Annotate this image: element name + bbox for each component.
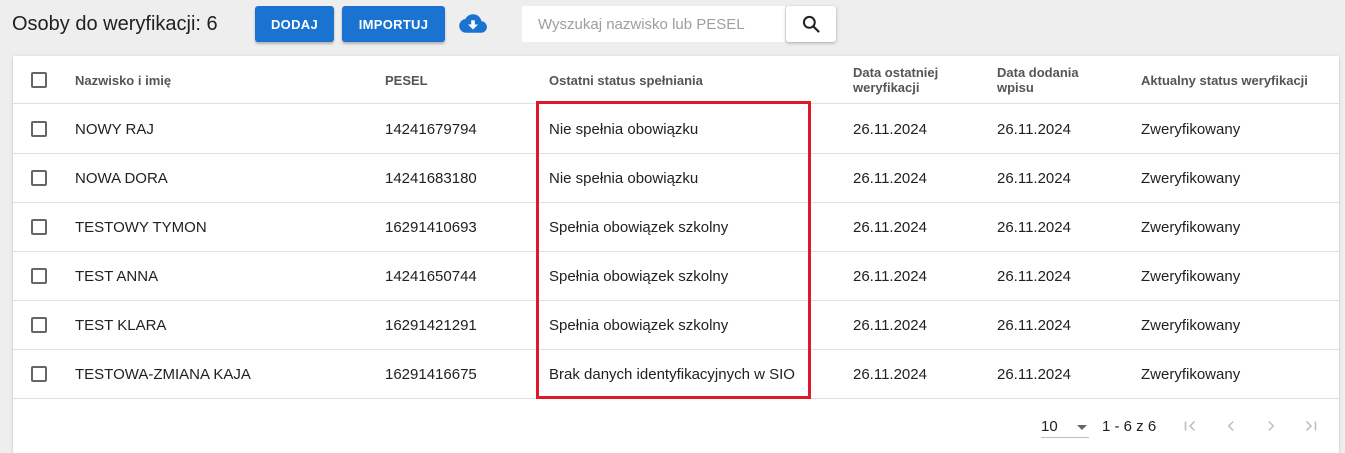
cell-added-date: 26.11.2024 <box>997 366 1071 383</box>
toolbar: Osoby do weryfikacji: 6 DODAJ IMPORTUJ <box>0 0 1345 48</box>
cell-verification-status: Zweryfikowany <box>1141 268 1241 285</box>
chevron-right-icon <box>1268 420 1275 432</box>
next-page-button[interactable] <box>1259 414 1283 438</box>
page-size-value: 10 <box>1041 418 1058 435</box>
cell-verification-status: Zweryfikowany <box>1141 366 1241 383</box>
cell-verification-status: Zweryfikowany <box>1141 121 1241 138</box>
cell-pesel: 16291421291 <box>385 317 477 334</box>
last-page-button[interactable] <box>1299 414 1323 438</box>
table-row[interactable]: TEST KLARA 16291421291 Spełnia obowiązek… <box>13 301 1339 350</box>
cell-status: Spełnia obowiązek szkolny <box>549 317 729 334</box>
cell-status: Nie spełnia obowiązku <box>549 170 699 187</box>
cell-last-verification-date: 26.11.2024 <box>853 170 927 187</box>
search-input[interactable] <box>522 6 785 42</box>
table-row[interactable]: NOWA DORA 14241683180 Nie spełnia obowią… <box>13 154 1339 203</box>
cell-pesel: 16291416675 <box>385 366 477 383</box>
table-row[interactable]: TESTOWA-ZMIANA KAJA 16291416675 Brak dan… <box>13 350 1339 399</box>
header-added-date[interactable]: Data dodania wpisu <box>997 65 1079 95</box>
cell-last-verification-date: 26.11.2024 <box>853 219 927 236</box>
cell-last-verification-date: 26.11.2024 <box>853 366 927 383</box>
add-button[interactable]: DODAJ <box>255 6 334 42</box>
header-name[interactable]: Nazwisko i imię <box>75 73 171 88</box>
cell-name: TEST KLARA <box>75 317 167 334</box>
cell-pesel: 14241650744 <box>385 268 477 285</box>
row-checkbox[interactable] <box>31 121 47 137</box>
select-all-checkbox[interactable] <box>31 72 47 88</box>
cell-name: TESTOWA-ZMIANA KAJA <box>75 366 251 383</box>
header-status[interactable]: Ostatni status spełniania <box>549 73 703 88</box>
table-row[interactable]: TEST ANNA 14241650744 Spełnia obowiązek … <box>13 252 1339 301</box>
search-button[interactable] <box>786 6 836 42</box>
cell-pesel: 16291410693 <box>385 219 477 236</box>
cell-pesel: 14241683180 <box>385 170 477 187</box>
row-checkbox[interactable] <box>31 268 47 284</box>
cell-added-date: 26.11.2024 <box>997 170 1071 187</box>
cell-last-verification-date: 26.11.2024 <box>853 317 927 334</box>
cell-status: Nie spełnia obowiązku <box>549 121 699 138</box>
cell-added-date: 26.11.2024 <box>997 268 1071 285</box>
first-page-icon <box>1184 420 1196 432</box>
header-last-verification-date[interactable]: Data ostatniej weryfikacji <box>853 65 938 95</box>
header-pesel[interactable]: PESEL <box>385 73 428 88</box>
row-checkbox[interactable] <box>31 219 47 235</box>
table-header: Nazwisko i imię PESEL Ostatni status spe… <box>13 56 1339 104</box>
previous-page-button[interactable] <box>1219 414 1243 438</box>
cell-status: Spełnia obowiązek szkolny <box>549 219 729 236</box>
paginator: 10 1 - 6 z 6 <box>13 406 1339 453</box>
page-size-select[interactable]: 10 <box>1041 416 1089 438</box>
row-checkbox[interactable] <box>31 170 47 186</box>
page-title: Osoby do weryfikacji: 6 <box>12 13 218 35</box>
import-button[interactable]: IMPORTUJ <box>342 6 445 42</box>
cell-name: TESTOWY TYMON <box>75 219 207 236</box>
cell-status: Brak danych identyfikacyjnych w SIO <box>549 366 795 383</box>
dropdown-arrow-icon <box>1077 425 1087 430</box>
chevron-left-icon <box>1227 420 1234 432</box>
cell-name: NOWA DORA <box>75 170 168 187</box>
cell-added-date: 26.11.2024 <box>997 121 1071 138</box>
table-row[interactable]: TESTOWY TYMON 16291410693 Spełnia obowią… <box>13 203 1339 252</box>
cell-verification-status: Zweryfikowany <box>1141 317 1241 334</box>
cell-last-verification-date: 26.11.2024 <box>853 268 927 285</box>
cell-verification-status: Zweryfikowany <box>1141 219 1241 236</box>
cell-verification-status: Zweryfikowany <box>1141 170 1241 187</box>
header-verification-status[interactable]: Aktualny status weryfikacji <box>1141 73 1308 88</box>
cell-name: NOWY RAJ <box>75 121 154 138</box>
cell-pesel: 14241679794 <box>385 121 477 138</box>
table-row[interactable]: NOWY RAJ 14241679794 Nie spełnia obowiąz… <box>13 105 1339 154</box>
header-last-verification-line2: weryfikacji <box>853 80 920 95</box>
cloud-download-icon[interactable] <box>459 13 487 35</box>
cell-last-verification-date: 26.11.2024 <box>853 121 927 138</box>
search-icon <box>802 15 820 33</box>
last-page-icon <box>1305 420 1317 432</box>
cell-added-date: 26.11.2024 <box>997 317 1071 334</box>
row-checkbox[interactable] <box>31 366 47 382</box>
cell-name: TEST ANNA <box>75 268 159 285</box>
header-last-verification-line1: Data ostatniej <box>853 65 939 80</box>
cell-added-date: 26.11.2024 <box>997 219 1071 236</box>
persons-table-card: Nazwisko i imię PESEL Ostatni status spe… <box>13 56 1339 453</box>
header-added-date-line2: wpisu <box>997 80 1034 95</box>
cell-status: Spełnia obowiązek szkolny <box>549 268 729 285</box>
header-added-date-line1: Data dodania <box>997 65 1079 80</box>
page-range-label: 1 - 6 z 6 <box>1102 418 1157 435</box>
first-page-button[interactable] <box>1178 414 1202 438</box>
row-checkbox[interactable] <box>31 317 47 333</box>
